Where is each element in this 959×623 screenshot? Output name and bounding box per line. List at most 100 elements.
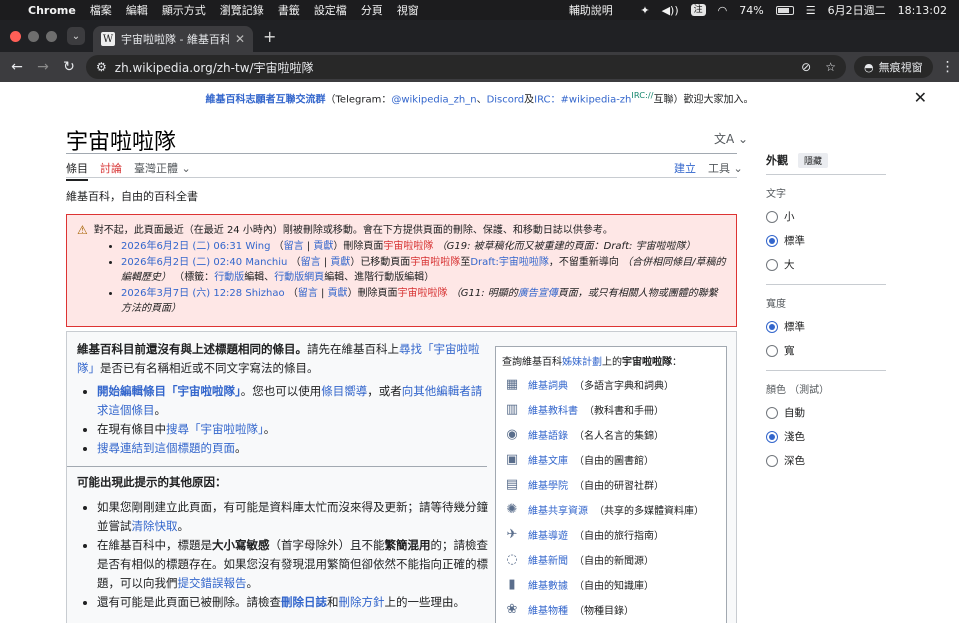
discord-link[interactable]: Discord xyxy=(487,94,525,105)
radio-button[interactable] xyxy=(766,320,778,333)
radio-button[interactable] xyxy=(766,234,778,247)
radio-button[interactable] xyxy=(766,406,778,419)
menubar-time[interactable]: 18:13:02 xyxy=(898,4,947,17)
close-window-button[interactable] xyxy=(10,30,21,42)
tools-dropdown[interactable]: 工具 ⌄ xyxy=(708,160,743,176)
browser-tab[interactable]: W 宇宙啦啦隊 - 維基百科，自由的百科全書 ✕ xyxy=(93,26,253,52)
address-bar[interactable]: ⚙ zh.wikipedia.org/zh-tw/宇宙啦啦隊 ⊘ ☆ xyxy=(86,55,846,79)
article-wizard-link[interactable]: 條目嚮導 xyxy=(321,384,367,398)
radio-option[interactable]: 小 xyxy=(766,209,886,224)
log-contrib-link[interactable]: 貢獻 xyxy=(328,288,348,299)
log-contrib-link[interactable]: 貢獻 xyxy=(313,241,333,252)
log-talk-link[interactable]: 留言 xyxy=(298,288,318,299)
log-talk-link[interactable]: 留言 xyxy=(301,257,321,268)
control-center-icon[interactable]: ☰ xyxy=(806,4,816,17)
bookmark-star-icon[interactable]: ☆ xyxy=(825,60,836,74)
sister-projects-link[interactable]: 姊妹計劃 xyxy=(562,357,602,368)
radio-button[interactable] xyxy=(766,344,778,357)
bug-report-link[interactable]: 提交錯誤報告 xyxy=(178,576,247,590)
log-page-link[interactable]: 宇宙啦啦隊 xyxy=(410,257,460,268)
sister-link[interactable]: 維基物種 xyxy=(528,602,568,617)
commons-icon[interactable]: ✺ xyxy=(502,501,522,519)
back-arrow-icon[interactable]: ← xyxy=(4,59,30,75)
forward-arrow-icon[interactable]: → xyxy=(30,59,56,75)
sister-link[interactable]: 維基語錄 xyxy=(528,427,568,442)
log-talk-link[interactable]: 留言 xyxy=(284,241,304,252)
wikispecies-icon[interactable]: ❀ xyxy=(502,601,522,619)
radio-option[interactable]: 淺色 xyxy=(766,429,886,444)
log-user-link[interactable]: Manchiu xyxy=(245,257,287,268)
wikinews-icon[interactable]: ◌ xyxy=(502,551,522,569)
irc-link[interactable]: IRC：#wikipedia-zh xyxy=(534,94,631,105)
hide-button[interactable]: 隱藏 xyxy=(798,152,829,168)
log-page-link[interactable]: 宇宙啦啦隊 xyxy=(398,288,448,299)
telegram-link[interactable]: @wikipedia_zh_n xyxy=(391,94,476,105)
wikibooks-icon[interactable]: ▥ xyxy=(502,401,522,419)
sister-link[interactable]: 維基詞典 xyxy=(528,377,568,392)
deletion-log-link[interactable]: 刪除日誌 xyxy=(281,595,327,609)
menu-view[interactable]: 顯示方式 xyxy=(162,2,206,18)
menubar-date[interactable]: 6月2日週二 xyxy=(828,2,886,18)
radio-option[interactable]: 標準 xyxy=(766,319,886,334)
sister-link[interactable]: 維基新聞 xyxy=(528,552,568,567)
wikisource-icon[interactable]: ▣ xyxy=(502,451,522,469)
reload-icon[interactable]: ↻ xyxy=(56,59,82,75)
site-info-icon[interactable]: ⚙ xyxy=(96,60,107,74)
radio-button[interactable] xyxy=(766,258,778,271)
radio-option[interactable]: 寬 xyxy=(766,343,886,358)
sister-link[interactable]: 維基導遊 xyxy=(528,527,568,542)
menu-edit[interactable]: 編輯 xyxy=(126,2,148,18)
log-date-link[interactable]: 2026年6月2日 (二) 02:40 xyxy=(121,257,242,268)
radio-option[interactable]: 大 xyxy=(766,257,886,272)
radio-option[interactable]: 標準 xyxy=(766,233,886,248)
sister-link[interactable]: 維基文庫 xyxy=(528,452,568,467)
bluetooth-icon[interactable]: ✦ xyxy=(640,4,649,17)
wikiquote-icon[interactable]: ◉ xyxy=(502,426,522,444)
url-text[interactable]: zh.wikipedia.org/zh-tw/宇宙啦啦隊 xyxy=(115,59,793,76)
radio-option[interactable]: 深色 xyxy=(766,453,886,468)
menu-app-chrome[interactable]: Chrome xyxy=(28,4,76,17)
search-existing-link[interactable]: 搜尋「宇宙啦啦隊」 xyxy=(166,422,264,436)
start-editing-link[interactable]: 開始編輯條目「宇宙啦啦隊」 xyxy=(97,384,241,398)
tag-mobile-link[interactable]: 行動版 xyxy=(214,272,244,283)
minimize-window-button[interactable] xyxy=(28,30,39,42)
volunteer-group-link[interactable]: 維基百科志願者互聯交流群 xyxy=(206,94,326,105)
radio-button[interactable] xyxy=(766,430,778,443)
menu-history[interactable]: 瀏覽記錄 xyxy=(220,2,264,18)
log-date-link[interactable]: 2026年3月7日 (六) 12:28 xyxy=(121,288,242,299)
tab-search-button[interactable]: ⌄ xyxy=(67,27,85,45)
menu-help[interactable]: 輔助說明 xyxy=(569,2,613,18)
wifi-icon[interactable]: ◠ xyxy=(718,4,728,17)
battery-icon[interactable] xyxy=(775,5,794,15)
zoom-window-button[interactable] xyxy=(46,30,57,42)
chrome-menu-icon[interactable]: ⋮ xyxy=(941,59,955,75)
incognito-indicator[interactable]: ◓ 無痕視窗 xyxy=(854,56,933,78)
menu-window[interactable]: 視窗 xyxy=(397,2,419,18)
radio-option[interactable]: 自動 xyxy=(766,405,886,420)
advertising-link[interactable]: 廣告宣傳 xyxy=(518,288,558,299)
menu-bookmarks[interactable]: 書籤 xyxy=(278,2,300,18)
menu-profiles[interactable]: 設定檔 xyxy=(314,2,347,18)
sister-link[interactable]: 維基數據 xyxy=(528,577,568,592)
eye-off-icon[interactable]: ⊘ xyxy=(801,60,811,74)
close-icon[interactable]: ✕ xyxy=(914,88,927,107)
tag-mobile-web-link[interactable]: 行動版網頁 xyxy=(274,272,324,283)
log-page-link[interactable]: 宇宙啦啦隊 xyxy=(383,241,433,252)
sister-link[interactable]: 維基共享資源 xyxy=(528,502,588,517)
radio-button[interactable] xyxy=(766,210,778,223)
radio-button[interactable] xyxy=(766,454,778,467)
log-target-link[interactable]: Draft:宇宙啦啦隊 xyxy=(470,257,549,268)
wikivoyage-icon[interactable]: ✈ xyxy=(502,526,522,544)
log-user-link[interactable]: Wing xyxy=(245,241,270,252)
menu-tab[interactable]: 分頁 xyxy=(361,2,383,18)
deletion-policy-link[interactable]: 刪除方針 xyxy=(339,595,385,609)
wiktionary-icon[interactable]: ▦ xyxy=(502,376,522,394)
log-contrib-link[interactable]: 貢獻 xyxy=(330,257,350,268)
language-icon[interactable]: 文A ⌄ xyxy=(714,130,748,147)
log-date-link[interactable]: 2026年6月2日 (二) 06:31 xyxy=(121,241,242,252)
log-user-link[interactable]: Shizhao xyxy=(245,288,284,299)
wikiversity-icon[interactable]: ▤ xyxy=(502,476,522,494)
tab-create[interactable]: 建立 xyxy=(674,160,696,176)
sister-link[interactable]: 維基學院 xyxy=(528,477,568,492)
menu-file[interactable]: 檔案 xyxy=(90,2,112,18)
